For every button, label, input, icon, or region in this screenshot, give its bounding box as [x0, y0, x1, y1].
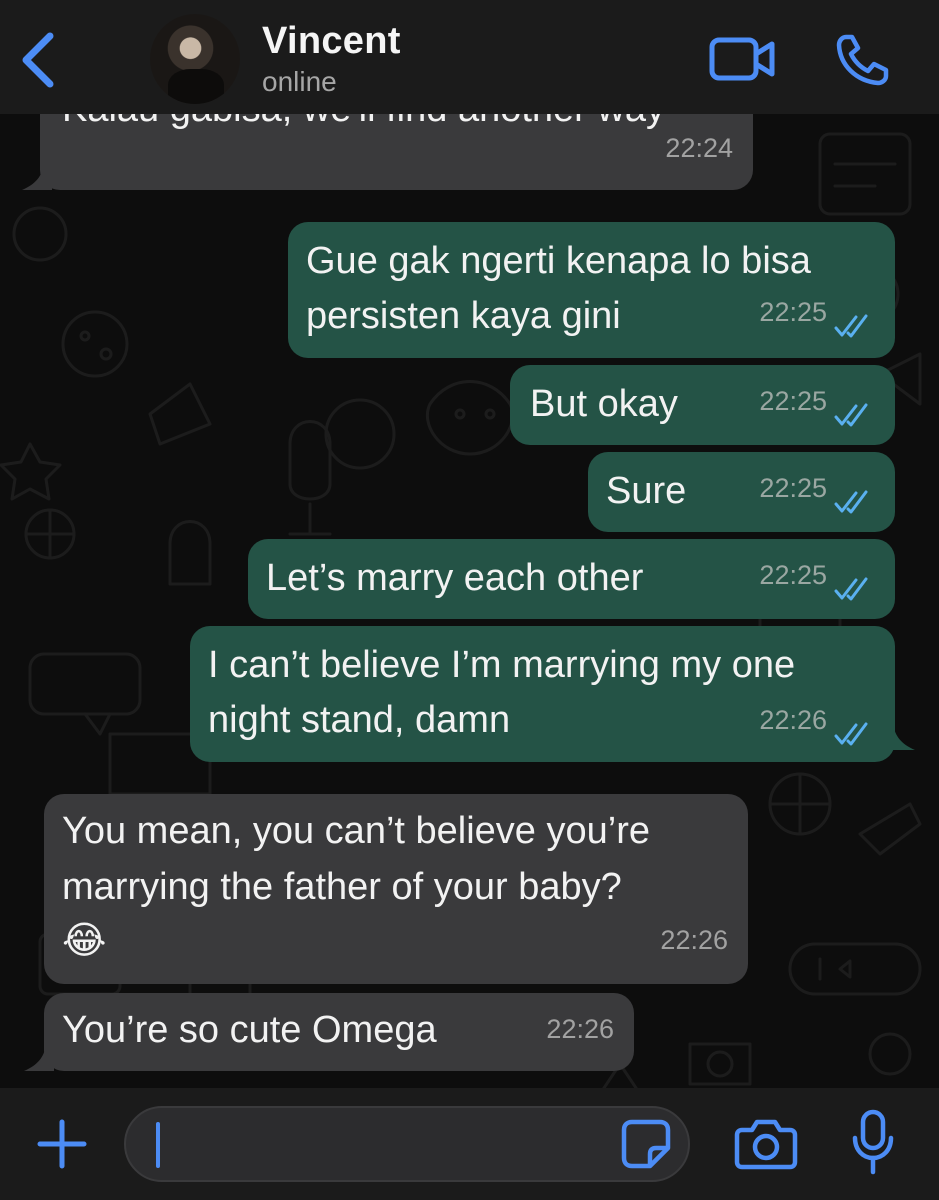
message-input[interactable]: [124, 1106, 690, 1182]
double-check-icon: [834, 722, 868, 746]
double-check-icon: [834, 577, 868, 601]
contact-status: online: [262, 66, 337, 97]
message-bubble-outgoing[interactable]: But okay 22:25: [510, 365, 895, 445]
message-bubble-incoming[interactable]: You’re so cute Omega 22:26: [44, 993, 634, 1071]
message-text: Kalau gabisa, we'll find another way: [62, 114, 665, 137]
message-text: night stand, damn: [208, 699, 511, 741]
attach-button[interactable]: [34, 1116, 90, 1172]
message-bubble-outgoing[interactable]: Gue gak ngerti kenapa lo bisa persisten …: [288, 222, 895, 358]
bubble-tail: [24, 1045, 54, 1071]
sticker-button[interactable]: [620, 1118, 672, 1170]
text-caret: [156, 1122, 160, 1168]
voice-call-button[interactable]: [834, 32, 892, 88]
chat-area[interactable]: Kalau gabisa, we'll find another way 22:…: [0, 114, 939, 1088]
message-bubble-outgoing[interactable]: I can’t believe I’m marrying my one nigh…: [190, 626, 895, 762]
message-text: I can’t believe I’m marrying my one: [208, 644, 796, 686]
message-text: Let’s marry each other: [266, 557, 644, 599]
sticker-icon: [621, 1119, 671, 1169]
camera-icon: [734, 1119, 798, 1170]
bubble-tail: [22, 164, 52, 190]
back-chevron-icon: [22, 32, 54, 88]
message-bubble-incoming[interactable]: You mean, you can’t believe you’re marry…: [44, 794, 748, 984]
message-time: 22:26: [660, 925, 728, 955]
message-text: Gue gak ngerti kenapa lo bisa: [306, 240, 811, 282]
contact-name[interactable]: Vincent: [262, 20, 401, 63]
message-bubble-incoming[interactable]: Kalau gabisa, we'll find another way 22:…: [40, 114, 753, 190]
message-time: 22:25: [759, 386, 827, 416]
message-time: 22:25: [759, 297, 827, 327]
message-text: You mean, you can’t believe you’re: [62, 810, 650, 852]
chat-header: Vincent online: [0, 0, 939, 114]
video-call-button[interactable]: [708, 34, 778, 84]
message-time: 22:26: [546, 1014, 614, 1044]
voice-message-button[interactable]: [850, 1108, 896, 1176]
message-bubble-outgoing[interactable]: Let’s marry each other 22:25: [248, 539, 895, 619]
message-text: persisten kaya gini: [306, 295, 621, 337]
video-camera-icon: [709, 37, 775, 81]
phone-icon: [836, 34, 889, 86]
microphone-icon: [852, 1109, 894, 1175]
back-button[interactable]: [14, 28, 62, 92]
plus-icon: [37, 1119, 87, 1169]
emoji-laughing: 😂: [62, 920, 107, 962]
bubble-tail: [885, 724, 915, 750]
message-time: 22:25: [759, 560, 827, 590]
camera-button[interactable]: [734, 1114, 798, 1172]
message-bubble-outgoing[interactable]: Sure 22:25: [588, 452, 895, 532]
message-time: 22:26: [759, 705, 827, 735]
double-check-icon: [834, 490, 868, 514]
message-text: Sure: [606, 470, 687, 512]
message-text: marrying the father of your baby?: [62, 866, 622, 908]
message-text: But okay: [530, 383, 678, 425]
double-check-icon: [834, 403, 868, 427]
avatar[interactable]: [150, 14, 240, 104]
message-time: 22:25: [759, 473, 827, 503]
double-check-icon: [834, 314, 868, 338]
message-time: 22:24: [665, 133, 733, 163]
message-text: You’re so cute Omega: [62, 1009, 437, 1051]
